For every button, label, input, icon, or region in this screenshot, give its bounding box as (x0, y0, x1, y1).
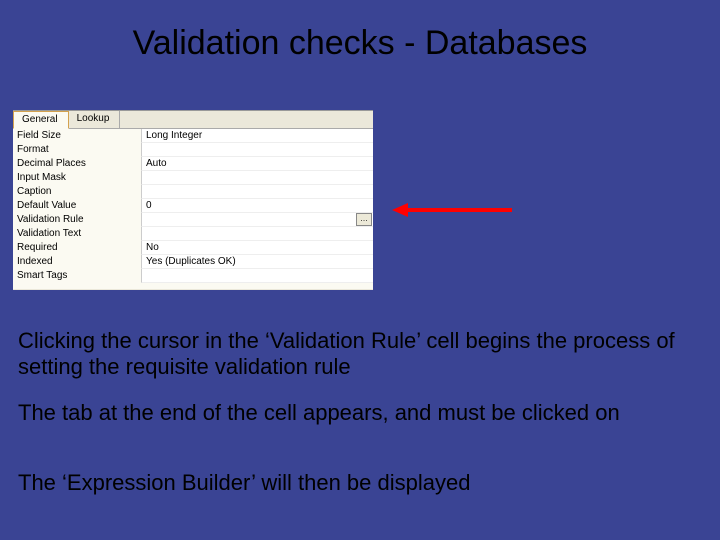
row-field-size: Field Size Long Integer (13, 129, 373, 143)
value-decimal-places[interactable]: Auto (141, 157, 373, 171)
label-required: Required (13, 241, 141, 255)
label-smart-tags: Smart Tags (13, 269, 141, 283)
value-format[interactable] (141, 143, 373, 157)
row-validation-rule: Validation Rule … (13, 213, 373, 227)
value-validation-text[interactable] (141, 227, 373, 241)
label-format: Format (13, 143, 141, 157)
tab-general[interactable]: General (13, 111, 69, 129)
row-default-value: Default Value 0 (13, 199, 373, 213)
value-input-mask[interactable] (141, 171, 373, 185)
label-caption: Caption (13, 185, 141, 199)
label-validation-rule: Validation Rule (13, 213, 141, 227)
value-field-size[interactable]: Long Integer (141, 129, 373, 143)
row-required: Required No (13, 241, 373, 255)
value-default-value[interactable]: 0 (141, 199, 373, 213)
tab-lookup[interactable]: Lookup (69, 111, 121, 129)
row-smart-tags: Smart Tags (13, 269, 373, 283)
row-format: Format (13, 143, 373, 157)
value-required[interactable]: No (141, 241, 373, 255)
row-input-mask: Input Mask (13, 171, 373, 185)
label-default-value: Default Value (13, 199, 141, 213)
paragraph-2: The tab at the end of the cell appears, … (18, 400, 702, 426)
label-input-mask: Input Mask (13, 171, 141, 185)
row-caption: Caption (13, 185, 373, 199)
label-indexed: Indexed (13, 255, 141, 269)
label-validation-text: Validation Text (13, 227, 141, 241)
tab-strip: General Lookup (13, 111, 373, 129)
properties-grid: Field Size Long Integer Format Decimal P… (13, 129, 373, 289)
arrow-line (406, 208, 512, 212)
label-field-size: Field Size (13, 129, 141, 143)
label-decimal-places: Decimal Places (13, 157, 141, 171)
value-smart-tags[interactable] (141, 269, 373, 283)
paragraph-3: The ‘Expression Builder’ will then be di… (18, 470, 702, 496)
value-caption[interactable] (141, 185, 373, 199)
paragraph-1: Clicking the cursor in the ‘Validation R… (18, 328, 702, 381)
row-indexed: Indexed Yes (Duplicates OK) (13, 255, 373, 269)
value-indexed[interactable]: Yes (Duplicates OK) (141, 255, 373, 269)
slide-title: Validation checks - Databases (0, 0, 720, 81)
row-decimal-places: Decimal Places Auto (13, 157, 373, 171)
callout-arrow (392, 203, 512, 217)
row-validation-text: Validation Text (13, 227, 373, 241)
value-validation-rule[interactable]: … (141, 213, 373, 227)
field-properties-panel: General Lookup Field Size Long Integer F… (13, 110, 373, 290)
tab-filler (120, 111, 373, 129)
expression-builder-button[interactable]: … (356, 213, 372, 226)
